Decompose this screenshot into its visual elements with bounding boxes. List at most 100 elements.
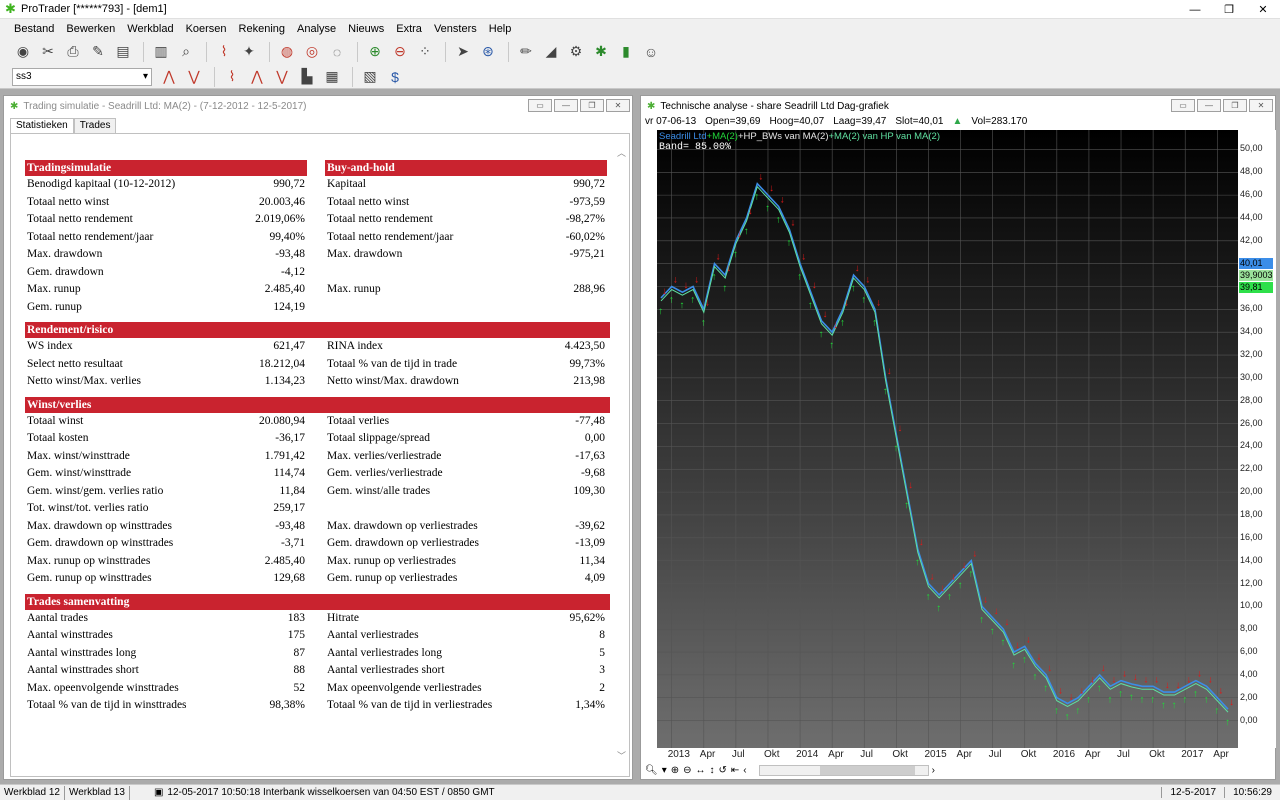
zoom-dropdown-icon[interactable]: ▾	[662, 765, 667, 776]
menu-help[interactable]: Help	[489, 23, 512, 35]
help-person-icon[interactable]: ☺	[640, 41, 662, 63]
section-header: Tradingsimulatie	[25, 160, 307, 176]
signal-chart3-icon[interactable]: ⋁	[271, 66, 293, 88]
message-icon[interactable]: ▣	[154, 787, 163, 798]
menu-bewerken[interactable]: Bewerken	[66, 23, 115, 35]
menu-koersen[interactable]: Koersen	[186, 23, 227, 35]
menu-vensters[interactable]: Vensters	[434, 23, 477, 35]
stat-row: Max. drawdown -93,48	[25, 246, 307, 264]
tools2-icon[interactable]: ✦	[238, 41, 260, 63]
chart-signal-icon[interactable]: ⌇	[213, 41, 235, 63]
tools-icon[interactable]: ✂	[37, 41, 59, 63]
print-icon[interactable]: ⎙	[62, 41, 84, 63]
y-tick-label: 42,00	[1240, 234, 1263, 245]
sheet-tab-13[interactable]: Werkblad 13	[65, 785, 130, 800]
chart-close-icon[interactable]: ✕	[1249, 99, 1273, 112]
signal-chart2-icon[interactable]: ⋀	[246, 66, 268, 88]
minimize-icon[interactable]: —	[1178, 0, 1212, 19]
search-icon[interactable]: ⌕	[175, 41, 197, 63]
title-bar: ✱ ProTrader [******793] - [dem1] — ❐ ✕	[0, 0, 1280, 19]
y-tick-label: 8,00	[1240, 623, 1258, 634]
sim-collapse-icon[interactable]: ▭	[528, 99, 552, 112]
stat-row: Hitrate 95,62%	[325, 610, 607, 628]
signal-bars-icon[interactable]: ▮	[615, 41, 637, 63]
sim-minimize-icon[interactable]: —	[554, 99, 578, 112]
pattern-icon[interactable]: ⁘	[414, 41, 436, 63]
chart-collapse-icon[interactable]: ▭	[1171, 99, 1195, 112]
zoom-out-icon[interactable]: ⊖	[683, 765, 691, 776]
buy-signal-mark: ↑	[1065, 711, 1070, 722]
stat-value: 2.485,40	[264, 283, 305, 295]
globe-icon[interactable]: ◉	[12, 41, 34, 63]
zoom-in-icon[interactable]: ⊕	[364, 41, 386, 63]
main-toolbar: ◉ ✂ ⎙ ✎ ▤ ▥ ⌕ ⌇ ✦ ◍ ◎ ◌ ⊕ ⊖ ⁘ ➤ ⊛ ✏ ◢ ⚙ …	[0, 38, 1280, 65]
stat-value: 4,09	[584, 572, 605, 584]
zoom-out-icon[interactable]: ⊖	[389, 41, 411, 63]
magnifier-icon[interactable]: ⊛	[477, 41, 499, 63]
indicator2-icon[interactable]: ⋁	[183, 66, 205, 88]
sell-signal-mark: ↓	[994, 606, 999, 617]
chart-minimize-icon[interactable]: —	[1197, 99, 1221, 112]
zoom-in-icon[interactable]: ⊕	[671, 765, 679, 776]
sell-signal-mark: ↓	[715, 252, 720, 263]
stat-value: -39,62	[575, 519, 605, 532]
stat-value: 20.003,46	[259, 195, 305, 208]
sell-signal-mark: ↓	[1026, 634, 1031, 645]
tab-trades[interactable]: Trades	[73, 118, 117, 133]
hscroll-thumb[interactable]	[819, 765, 915, 775]
record-icon[interactable]: ◍	[276, 41, 298, 63]
disc-icon[interactable]: ◌	[326, 41, 348, 63]
y-tick-label: 16,00	[1240, 531, 1263, 542]
restore-icon[interactable]: ❐	[1212, 0, 1246, 19]
menu-rekening[interactable]: Rekening	[239, 23, 285, 35]
notes-icon[interactable]: ▤	[112, 41, 134, 63]
book-icon[interactable]: ▥	[150, 41, 172, 63]
sell-signal-mark: ↓	[983, 594, 988, 605]
first-page-icon[interactable]: ⇤	[731, 765, 739, 776]
signal-chart-icon[interactable]: ⌇	[221, 66, 243, 88]
menu-analyse[interactable]: Analyse	[297, 23, 336, 35]
portfolio-icon[interactable]: ▧	[359, 66, 381, 88]
sim-window-title: Trading simulatie - Seadrill Ltd: MA(2) …	[23, 101, 307, 112]
menu-werkblad[interactable]: Werkblad	[127, 23, 173, 35]
fit-width-icon[interactable]: ↔	[696, 765, 706, 776]
toolbar-separator	[508, 41, 509, 62]
stat-row: Max. drawdown op winsttrades -93,48	[25, 518, 307, 536]
settings-icon[interactable]: ⚙	[565, 41, 587, 63]
scroll-up-icon[interactable]: ︿	[617, 146, 626, 159]
scroll-left-icon[interactable]: ‹	[743, 765, 746, 776]
indicator-icon[interactable]: ⋀	[158, 66, 180, 88]
edit-icon[interactable]: ✎	[87, 41, 109, 63]
menu-bestand[interactable]: Bestand	[14, 23, 54, 35]
stop-icon[interactable]: ◎	[301, 41, 323, 63]
stat-label: Kapitaal	[327, 178, 366, 190]
menu-nieuws[interactable]: Nieuws	[348, 23, 384, 35]
bar-chart-icon[interactable]: ▙	[296, 66, 318, 88]
stat-value: 11,84	[279, 484, 305, 497]
stat-value: 990,72	[273, 178, 305, 190]
tab-statistieken[interactable]: Statistieken	[10, 118, 74, 133]
price-chart[interactable]: ↑ ↓ ↑ ↓ ↑ ↓ ↑ ↓ ↑ ↓ ↑ ↓ ↑ ↓ ↑ ↓ ↑ ↓ ↑ ↓ ↑ ↓ ↑ ↓ ↑ ↓ ↑ ↓ ↑ ↓ ↑ ↓ ↑ ↓ ↑ ↓ ↑ ↓ ↑ ↓…	[657, 130, 1238, 748]
reset-icon[interactable]: ↺	[719, 765, 727, 776]
sim-restore-icon[interactable]: ❐	[580, 99, 604, 112]
protrader-star-icon[interactable]: ✱	[590, 41, 612, 63]
scroll-right-icon[interactable]: ›	[932, 765, 935, 776]
scroll-down-icon[interactable]: ﹀	[617, 749, 626, 762]
symbol-dropdown[interactable]: ss3	[12, 67, 152, 86]
sell-signal-mark: ↓	[1101, 663, 1106, 674]
chart-hscroll[interactable]	[758, 764, 929, 776]
toolbar-separator	[214, 66, 215, 87]
zoom-icon[interactable]: 🔍︎	[645, 765, 658, 776]
chart-restore-icon[interactable]: ❐	[1223, 99, 1247, 112]
ruler-icon[interactable]: ◢	[540, 41, 562, 63]
stats-scrollbar[interactable]: ︿ ﹀	[615, 134, 629, 776]
pencil-icon[interactable]: ✏	[515, 41, 537, 63]
close-icon[interactable]: ✕	[1246, 0, 1280, 19]
cursor-icon[interactable]: ➤	[452, 41, 474, 63]
calendar-icon[interactable]: ▦	[321, 66, 343, 88]
sim-close-icon[interactable]: ✕	[606, 99, 630, 112]
menu-extra[interactable]: Extra	[396, 23, 422, 35]
money-icon[interactable]: $	[384, 66, 406, 88]
fit-height-icon[interactable]: ↕	[710, 765, 715, 776]
sheet-tab-12[interactable]: Werkblad 12	[0, 785, 65, 800]
